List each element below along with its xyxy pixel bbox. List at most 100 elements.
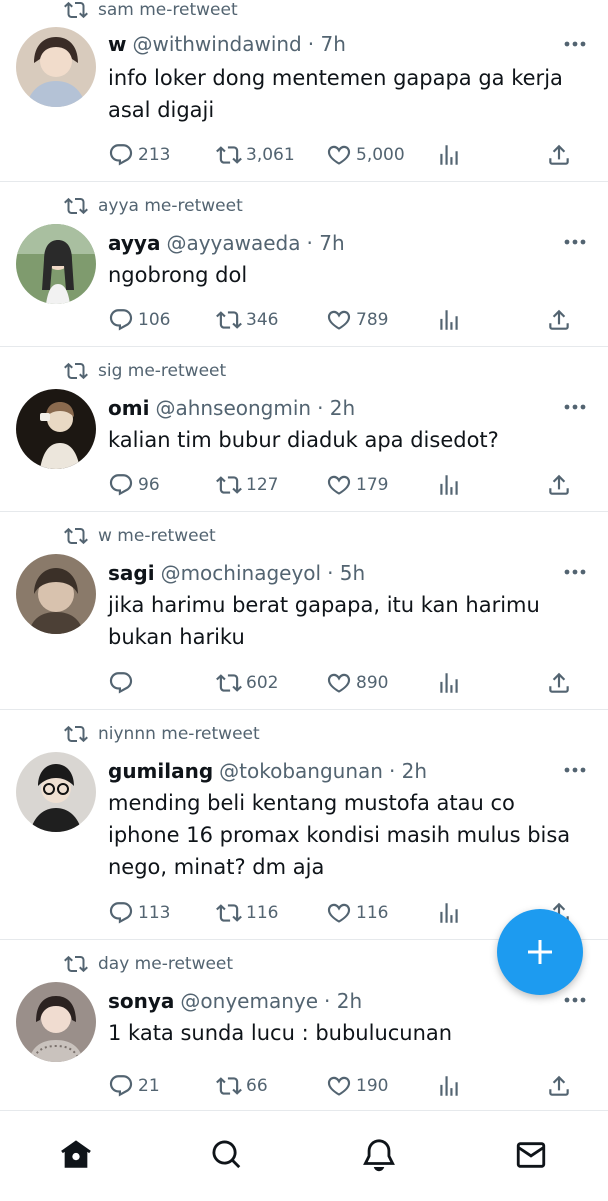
avatar[interactable] (16, 224, 96, 304)
views-button[interactable] (436, 668, 466, 698)
share-button[interactable] (546, 140, 576, 170)
retweet-icon (64, 197, 88, 215)
heart-icon (327, 1076, 351, 1096)
retweet-button[interactable]: 3,061 (216, 140, 295, 170)
display-name[interactable]: ayya (108, 231, 160, 255)
nav-search[interactable] (205, 1133, 249, 1177)
timestamp[interactable]: · 2h (389, 759, 427, 783)
retweet-button[interactable]: 66 (216, 1071, 268, 1101)
retweet-button[interactable]: 602 (216, 668, 278, 698)
reply-count: 21 (138, 1076, 160, 1096)
user-handle[interactable]: @mochinageyol (161, 561, 322, 585)
more-options-icon[interactable] (562, 562, 588, 582)
timestamp[interactable]: · 7h (307, 231, 345, 255)
display-name[interactable]: gumilang (108, 759, 213, 783)
views-button[interactable] (436, 470, 466, 500)
avatar[interactable] (16, 27, 96, 107)
retweet-icon (64, 955, 88, 973)
more-options-icon[interactable] (562, 232, 588, 252)
timestamp[interactable]: · 5h (327, 561, 365, 585)
share-button[interactable] (546, 470, 576, 500)
views-icon (440, 145, 458, 165)
share-button[interactable] (546, 305, 576, 335)
tweet-actions: 96 127 179 (108, 470, 588, 500)
tweet[interactable]: ayya me-retweet ayya @ayyawaeda · 7h ngo… (0, 182, 608, 347)
tweet-text-line: bukan hariku (108, 625, 245, 649)
nav-messages[interactable] (509, 1133, 553, 1177)
retweet-count: 127 (246, 475, 279, 495)
more-options-icon[interactable] (562, 397, 588, 417)
user-handle[interactable]: @ahnseongmin (155, 396, 311, 420)
display-name[interactable]: w (108, 32, 126, 56)
share-button[interactable] (546, 668, 576, 698)
retweet-count: 346 (246, 310, 279, 330)
more-options-icon[interactable] (562, 34, 588, 54)
like-count: 5,000 (356, 145, 405, 165)
tweet-text: jika harimu berat gapapa, itu kan harimu… (108, 589, 578, 653)
share-button[interactable] (546, 1071, 576, 1101)
views-button[interactable] (436, 1071, 466, 1101)
like-button[interactable]: 190 (326, 1071, 388, 1101)
timestamp[interactable]: · 7h (308, 32, 346, 56)
tweet[interactable]: sam me-retweet w @withwindawind · 7h inf… (0, 0, 608, 182)
display-name[interactable]: sagi (108, 561, 155, 585)
like-button[interactable]: 789 (326, 305, 388, 335)
tweet-text: kalian tim bubur diaduk apa disedot? (108, 424, 578, 456)
tweet-header: w @withwindawind · 7h (108, 29, 588, 59)
heart-icon (327, 145, 351, 165)
like-button[interactable]: 890 (326, 668, 388, 698)
like-button[interactable]: 116 (326, 898, 388, 928)
more-options-icon[interactable] (562, 760, 588, 780)
avatar[interactable] (16, 389, 96, 469)
retweet-button[interactable]: 346 (216, 305, 278, 335)
views-button[interactable] (436, 305, 466, 335)
retweet-button[interactable]: 116 (216, 898, 278, 928)
retweet-context: sig me-retweet (64, 359, 226, 383)
reply-count: 96 (138, 475, 160, 495)
reply-button[interactable]: 113 (108, 898, 170, 928)
compose-tweet-button[interactable] (497, 909, 583, 995)
tweet-text-line: mending beli kentang mustofa atau co (108, 791, 515, 815)
tweet-actions: 602 890 (108, 668, 588, 698)
timestamp[interactable]: · 2h (324, 989, 362, 1013)
display-name[interactable]: omi (108, 396, 149, 420)
nav-notifications[interactable] (357, 1133, 401, 1177)
more-options-icon[interactable] (562, 990, 588, 1010)
views-button[interactable] (436, 140, 466, 170)
tweet-text-line: 1 kata sunda lucu : bubulucunan (108, 1021, 453, 1045)
retweet-context: sam me-retweet (64, 0, 238, 22)
like-button[interactable]: 179 (326, 470, 388, 500)
avatar[interactable] (16, 554, 96, 634)
nav-home[interactable] (54, 1133, 98, 1177)
views-icon (440, 310, 458, 330)
display-name[interactable]: sonya (108, 989, 174, 1013)
user-handle[interactable]: @withwindawind (132, 32, 301, 56)
reply-button[interactable]: 106 (108, 305, 170, 335)
reply-icon (109, 1075, 133, 1097)
retweet-button[interactable]: 127 (216, 470, 278, 500)
tweet-text: mending beli kentang mustofa atau co iph… (108, 787, 578, 883)
avatar[interactable] (16, 982, 96, 1062)
share-icon (549, 144, 569, 165)
reply-button[interactable]: 21 (108, 1071, 160, 1101)
share-icon (549, 309, 569, 330)
reply-button[interactable]: 213 (108, 140, 170, 170)
retweet-count: 602 (246, 673, 279, 693)
retweet-count: 66 (246, 1076, 268, 1096)
like-button[interactable]: 5,000 (326, 140, 405, 170)
user-handle[interactable]: @onyemanye (180, 989, 318, 1013)
avatar[interactable] (16, 752, 96, 832)
reply-icon (109, 474, 133, 496)
heart-icon (327, 475, 351, 495)
user-handle[interactable]: @tokobangunan (219, 759, 383, 783)
tweet[interactable]: w me-retweet sagi @mochinageyol · 5h jik… (0, 512, 608, 710)
timestamp[interactable]: · 2h (317, 396, 355, 420)
tweet[interactable]: sig me-retweet omi @ahnseongmin · 2h kal… (0, 347, 608, 512)
retweet-icon (216, 1077, 242, 1095)
retweet-context: day me-retweet (64, 952, 233, 976)
reply-button[interactable] (108, 668, 138, 698)
views-button[interactable] (436, 898, 466, 928)
user-handle[interactable]: @ayyawaeda (166, 231, 300, 255)
tweet[interactable]: niynnn me-retweet gumilang @tokobangunan… (0, 710, 608, 940)
reply-button[interactable]: 96 (108, 470, 160, 500)
